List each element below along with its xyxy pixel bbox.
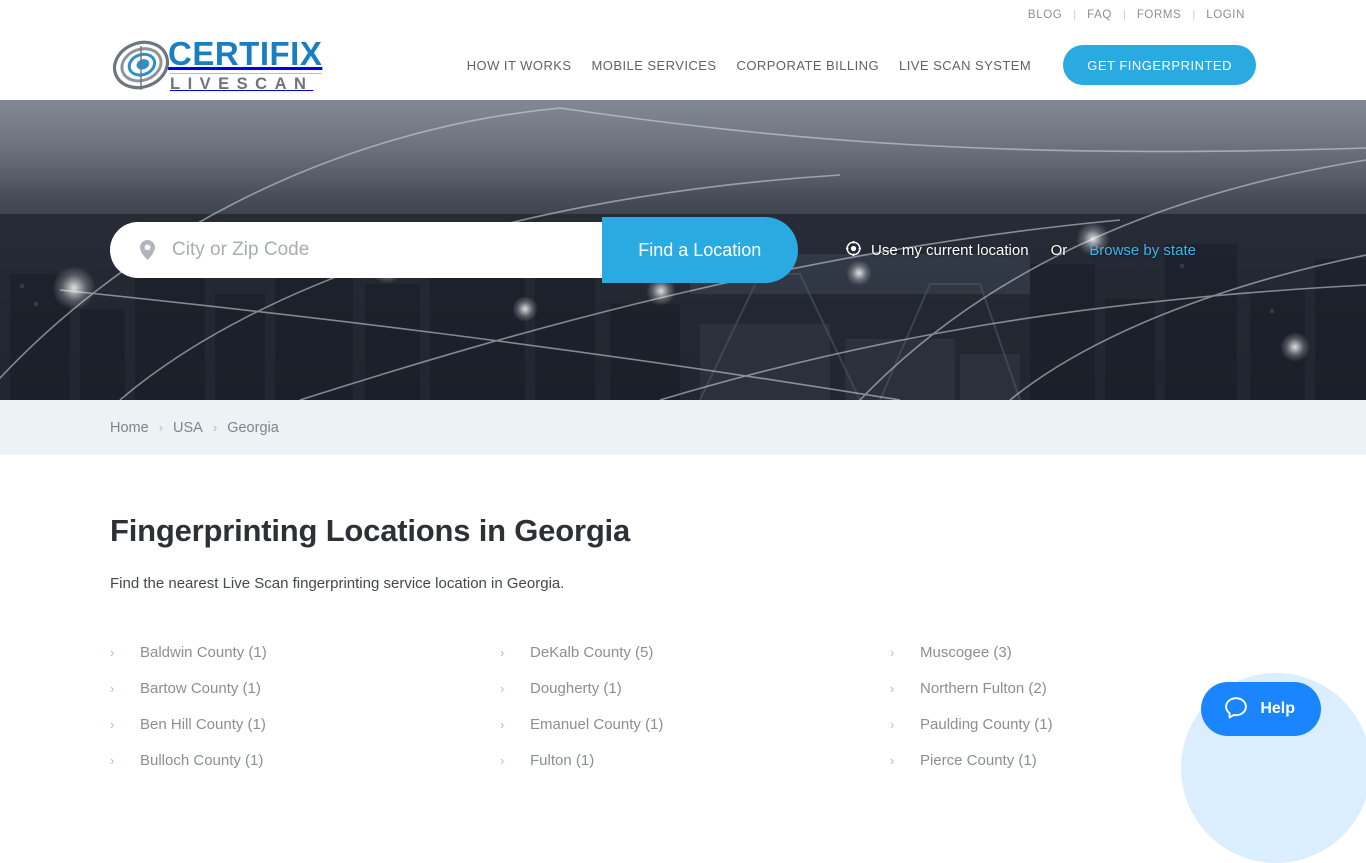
county-list-grid: › Baldwin County (1) › Bartow County (1)… (110, 634, 1256, 778)
chevron-right-icon: › (500, 753, 530, 768)
logo-primary-text: CERTIFIX (168, 37, 322, 70)
chevron-right-icon: › (500, 717, 530, 732)
chevron-right-icon: › (890, 681, 920, 696)
breadcrumb-separator: › (213, 420, 217, 435)
chevron-right-icon: › (500, 681, 530, 696)
county-column: › DeKalb County (5) › Dougherty (1) › Em… (500, 634, 890, 778)
breadcrumb: Home › USA › Georgia (0, 400, 1366, 455)
county-link[interactable]: Paulding County (1) (920, 716, 1053, 733)
county-link[interactable]: Pierce County (1) (920, 752, 1037, 769)
main-navigation: HOW IT WORKS MOBILE SERVICES CORPORATE B… (457, 45, 1256, 85)
top-utility-bar: BLOG | FAQ | FORMS | LOGIN (0, 0, 1366, 30)
county-link[interactable]: Muscogee (3) (920, 644, 1012, 661)
top-utility-links: BLOG | FAQ | FORMS | LOGIN (1017, 9, 1256, 21)
county-link[interactable]: Ben Hill County (1) (140, 716, 266, 733)
county-link[interactable]: Northern Fulton (2) (920, 680, 1047, 697)
chevron-right-icon: › (110, 681, 140, 696)
county-link[interactable]: Baldwin County (1) (140, 644, 267, 661)
map-pin-icon (140, 240, 155, 260)
help-chat-button[interactable]: Help (1201, 682, 1321, 736)
chevron-right-icon: › (890, 645, 920, 660)
chevron-right-icon: › (110, 717, 140, 732)
get-fingerprinted-button[interactable]: GET FINGERPRINTED (1063, 45, 1256, 85)
nav-item-mobile-services[interactable]: MOBILE SERVICES (582, 58, 727, 73)
county-link[interactable]: Fulton (1) (530, 752, 594, 769)
county-link[interactable]: Emanuel County (1) (530, 716, 663, 733)
chevron-right-icon: › (110, 753, 140, 768)
nav-item-corporate-billing[interactable]: CORPORATE BILLING (727, 58, 890, 73)
list-item[interactable]: › Emanuel County (1) (500, 706, 890, 742)
county-link[interactable]: Bartow County (1) (140, 680, 261, 697)
county-link[interactable]: Dougherty (1) (530, 680, 622, 697)
list-item[interactable]: › Muscogee (3) (890, 634, 1280, 670)
list-item[interactable]: › DeKalb County (5) (500, 634, 890, 670)
find-a-location-button[interactable]: Find a Location (602, 217, 798, 283)
hero-location-options: Use my current location Or Browse by sta… (846, 241, 1196, 260)
list-item[interactable]: › Ben Hill County (1) (110, 706, 500, 742)
fingerprint-swirl-icon (110, 34, 172, 96)
logo-wordmark: CERTIFIX LIVESCAN (168, 37, 322, 93)
chevron-right-icon: › (500, 645, 530, 660)
logo-divider (170, 73, 322, 74)
list-item[interactable]: › Bartow County (1) (110, 670, 500, 706)
help-label: Help (1260, 700, 1295, 718)
crosshair-target-icon (846, 241, 861, 260)
page-description: Find the nearest Live Scan fingerprintin… (110, 575, 1256, 592)
chevron-right-icon: › (110, 645, 140, 660)
site-header: CERTIFIX LIVESCAN HOW IT WORKS MOBILE SE… (0, 30, 1366, 100)
hero-banner: Find a Location Use my current location … (0, 100, 1366, 400)
list-item[interactable]: › Dougherty (1) (500, 670, 890, 706)
county-link[interactable]: Bulloch County (1) (140, 752, 263, 769)
breadcrumb-item-home[interactable]: Home (110, 420, 149, 436)
chevron-right-icon: › (890, 717, 920, 732)
list-item[interactable]: › Fulton (1) (500, 742, 890, 778)
logo-secondary-text: LIVESCAN (168, 76, 322, 93)
county-link[interactable]: DeKalb County (5) (530, 644, 653, 661)
or-label: Or (1051, 242, 1068, 259)
breadcrumb-separator: › (159, 420, 163, 435)
chevron-right-icon: › (890, 753, 920, 768)
breadcrumb-item-georgia: Georgia (227, 420, 279, 436)
use-current-location-label: Use my current location (871, 242, 1029, 259)
hero-content: Find a Location Use my current location … (0, 100, 1366, 400)
use-current-location-link[interactable]: Use my current location (846, 241, 1029, 260)
main-content: Fingerprinting Locations in Georgia Find… (0, 513, 1366, 778)
topbar-link-forms[interactable]: FORMS (1126, 9, 1193, 21)
browse-by-state-link[interactable]: Browse by state (1089, 242, 1196, 259)
list-item[interactable]: › Bulloch County (1) (110, 742, 500, 778)
search-field-wrapper (110, 222, 610, 278)
chat-bubble-icon (1223, 695, 1249, 724)
county-column: › Baldwin County (1) › Bartow County (1)… (110, 634, 500, 778)
page-title: Fingerprinting Locations in Georgia (110, 513, 1256, 549)
topbar-link-blog[interactable]: BLOG (1017, 9, 1073, 21)
breadcrumb-item-usa[interactable]: USA (173, 420, 203, 436)
location-search-bar: Find a Location (110, 222, 798, 278)
topbar-link-login[interactable]: LOGIN (1195, 9, 1256, 21)
list-item[interactable]: › Baldwin County (1) (110, 634, 500, 670)
site-logo[interactable]: CERTIFIX LIVESCAN (110, 34, 322, 96)
search-input[interactable] (172, 239, 572, 261)
nav-item-live-scan-system[interactable]: LIVE SCAN SYSTEM (889, 58, 1041, 73)
nav-item-how-it-works[interactable]: HOW IT WORKS (457, 58, 582, 73)
topbar-link-faq[interactable]: FAQ (1076, 9, 1123, 21)
